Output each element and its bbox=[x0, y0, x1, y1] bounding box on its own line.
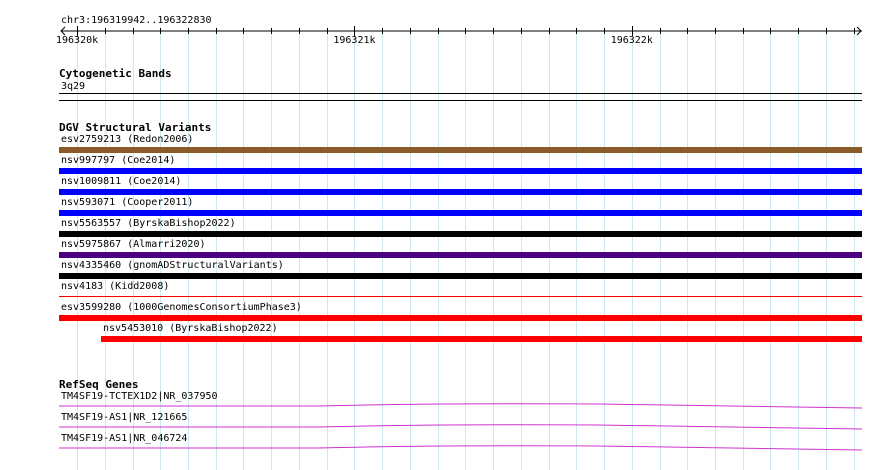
variant-label[interactable]: nsv1009811 (Coe2014) bbox=[61, 176, 181, 188]
variant-label[interactable]: nsv5453010 (ByrskaBishop2022) bbox=[103, 323, 278, 335]
variant-label[interactable]: esv3599280 (1000GenomesConsortiumPhase3) bbox=[61, 302, 302, 314]
variant-feature-bar[interactable] bbox=[101, 336, 862, 342]
ruler-tick-label: 196322k bbox=[610, 35, 653, 46]
ruler-tick-label: 196321k bbox=[333, 35, 376, 46]
variant-label[interactable]: nsv5563557 (ByrskaBishop2022) bbox=[61, 218, 236, 230]
variant-label[interactable]: nsv5975867 (Almarri2020) bbox=[61, 239, 206, 251]
variant-feature-bar[interactable] bbox=[59, 231, 862, 237]
gene-feature[interactable] bbox=[59, 424, 863, 432]
variant-feature-bar[interactable] bbox=[59, 315, 862, 321]
variant-label[interactable]: nsv4183 (Kidd2008) bbox=[61, 281, 169, 293]
gene-label[interactable]: TM4SF19-AS1|NR_121665 bbox=[61, 412, 187, 424]
ruler-axis[interactable] bbox=[0, 26, 890, 36]
variant-label[interactable]: nsv997797 (Coe2014) bbox=[61, 155, 175, 167]
variant-label[interactable]: nsv4335460 (gnomADStructuralVariants) bbox=[61, 260, 284, 272]
variant-feature-bar[interactable] bbox=[59, 147, 862, 153]
variant-label[interactable]: nsv593071 (Cooper2011) bbox=[61, 197, 193, 209]
variant-feature-bar[interactable] bbox=[59, 296, 862, 297]
dgv-track-title: DGV Structural Variants bbox=[59, 121, 212, 134]
refseq-track-title: RefSeq Genes bbox=[59, 378, 139, 391]
variant-feature-bar[interactable] bbox=[59, 273, 862, 279]
variant-feature-bar[interactable] bbox=[59, 168, 862, 174]
cytoband-top-line bbox=[59, 93, 862, 94]
cytogenetic-bands-title: Cytogenetic Bands bbox=[59, 67, 172, 80]
ruler-tick-label: 196320k bbox=[56, 35, 99, 46]
variant-feature-bar[interactable] bbox=[59, 252, 862, 258]
gene-label[interactable]: TM4SF19-AS1|NR_046724 bbox=[61, 433, 187, 445]
variant-feature-bar[interactable] bbox=[59, 189, 862, 195]
gene-label[interactable]: TM4SF19-TCTEX1D2|NR_037950 bbox=[61, 391, 218, 403]
cytoband-bottom-line bbox=[59, 100, 862, 101]
cytoband-label[interactable]: 3q29 bbox=[61, 81, 85, 93]
variant-label[interactable]: esv2759213 (Redon2006) bbox=[61, 134, 193, 146]
variant-feature-bar[interactable] bbox=[59, 210, 862, 216]
gene-feature[interactable] bbox=[59, 445, 863, 453]
gene-feature[interactable] bbox=[59, 403, 863, 411]
